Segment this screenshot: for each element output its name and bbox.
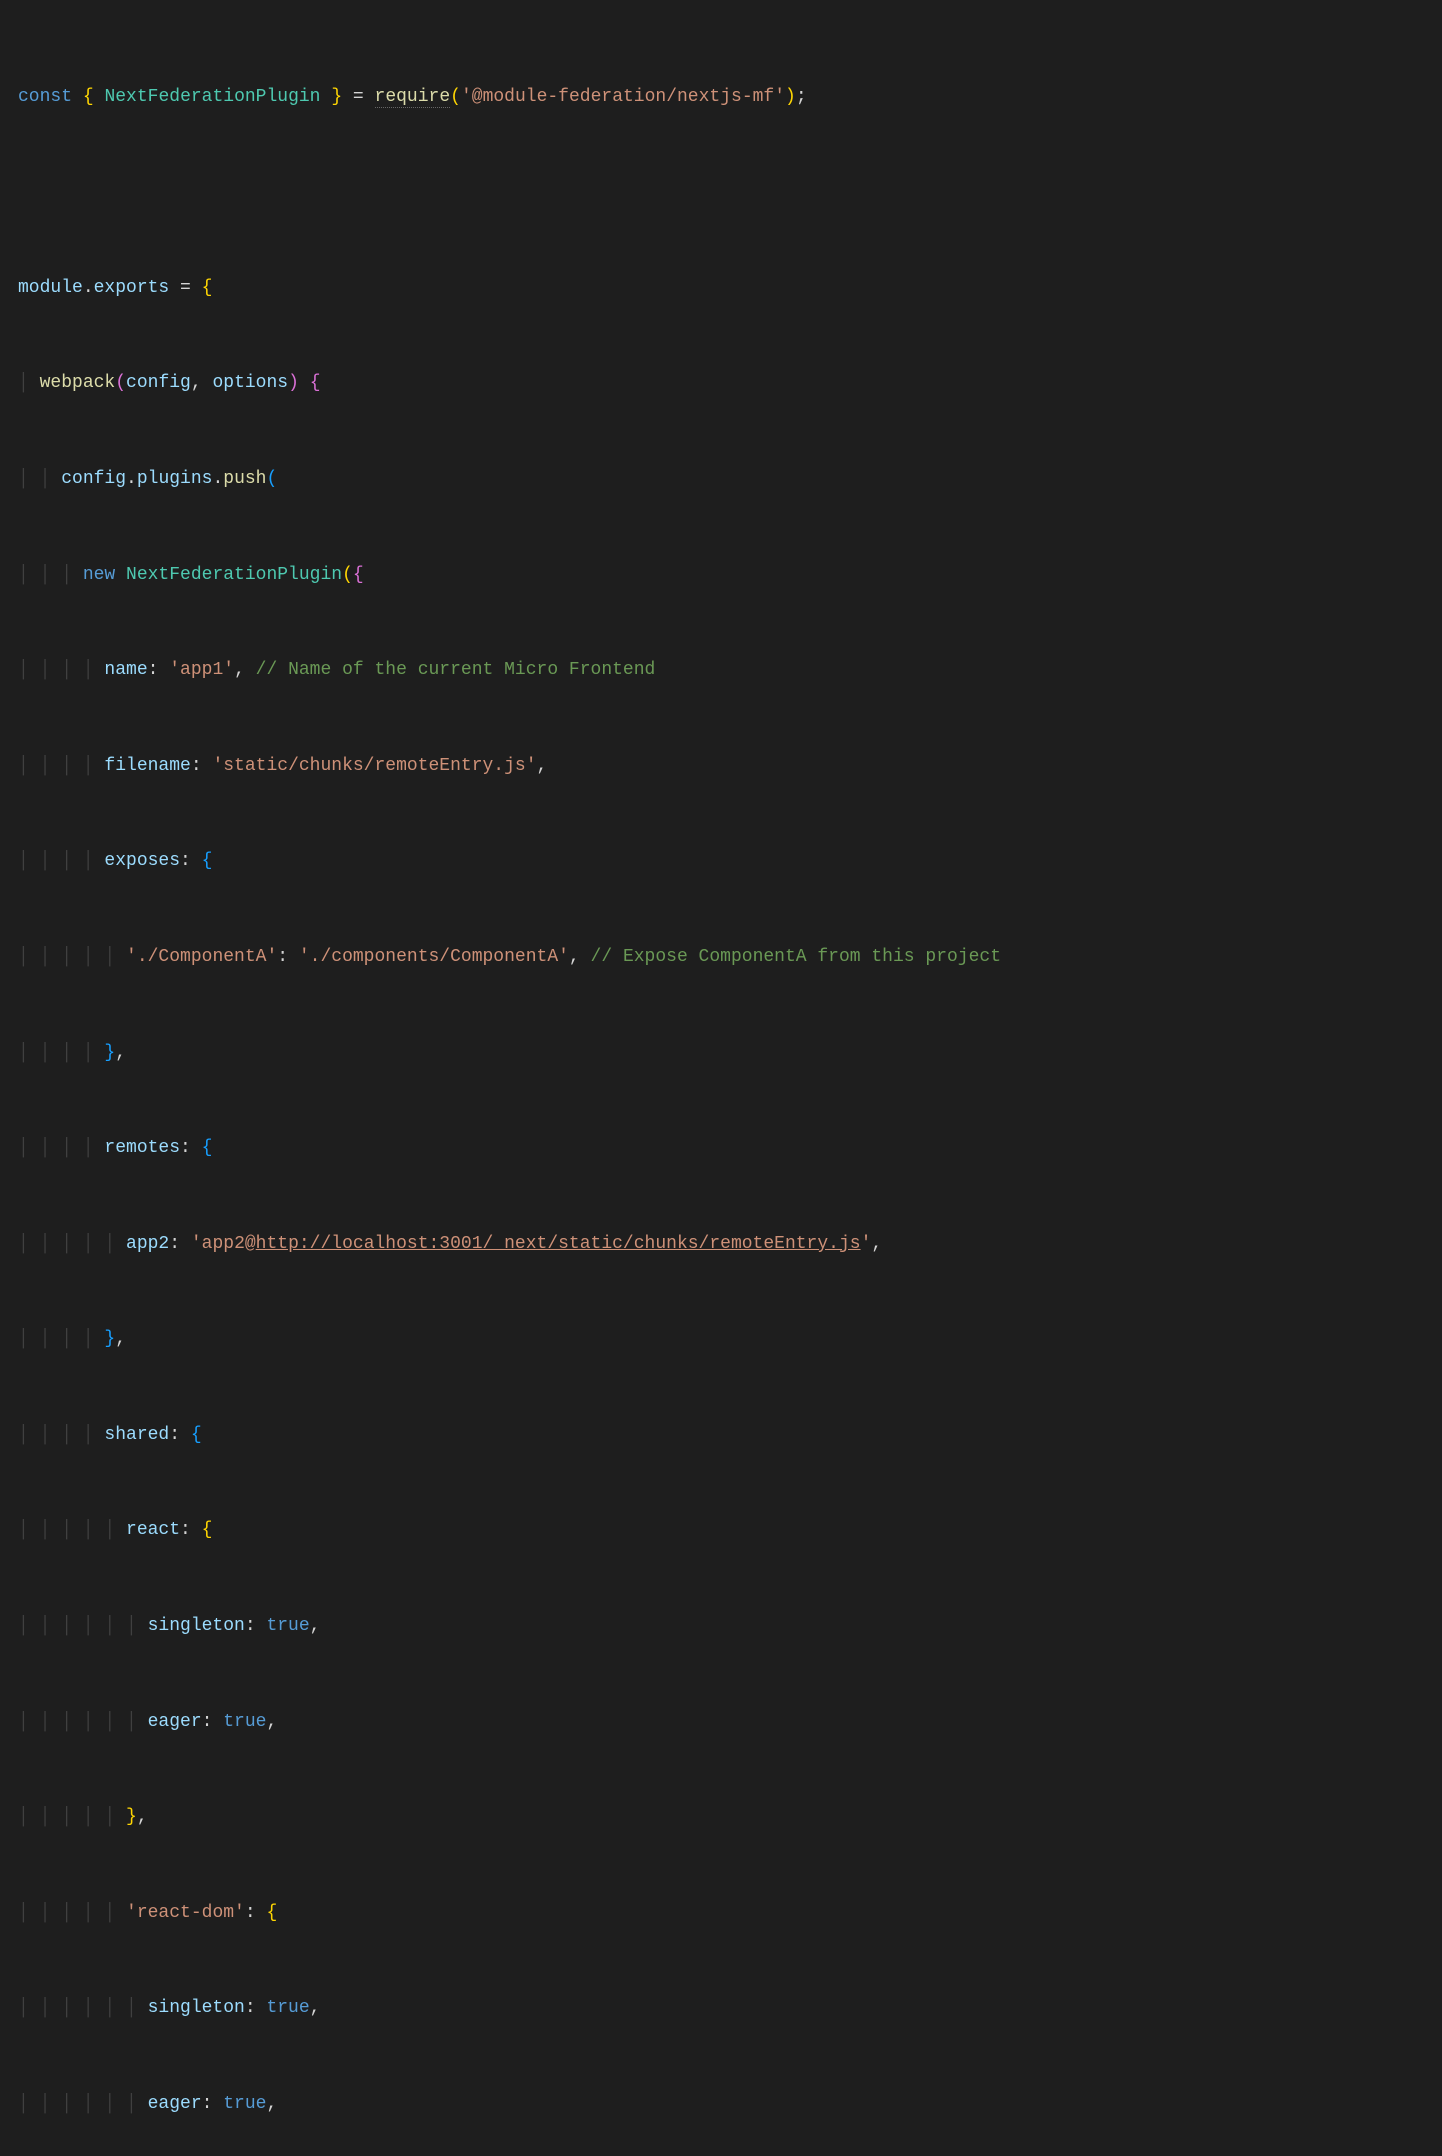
identifier: module: [18, 278, 83, 298]
brace-close: }: [104, 1043, 115, 1063]
code-line: module.exports = {: [18, 273, 1442, 305]
class-name: NextFederationPlugin: [126, 565, 342, 585]
code-line: │ │ │ │ filename: 'static/chunks/remoteE…: [18, 751, 1442, 783]
code-line: │ │ │ │ │ │ singleton: true,: [18, 1993, 1442, 2025]
code-line: │ │ │ │ │ │ eager: true,: [18, 2089, 1442, 2121]
string-literal: 'static/chunks/remoteEntry.js': [212, 756, 536, 776]
property-key: react: [126, 1520, 180, 1540]
property-key: './ComponentA': [126, 947, 277, 967]
code-line: │ │ │ │ │ 'react-dom': {: [18, 1898, 1442, 1930]
code-line: │ │ │ │ │ app2: 'app2@http://localhost:3…: [18, 1229, 1442, 1261]
parameter: options: [212, 373, 288, 393]
property-key: name: [104, 660, 147, 680]
identifier: exports: [94, 278, 170, 298]
string-literal: 'app1': [169, 660, 234, 680]
code-line: [18, 177, 1442, 209]
property-key: exposes: [104, 851, 180, 871]
code-line: │ │ │ │ shared: {: [18, 1420, 1442, 1452]
code-editor[interactable]: const { NextFederationPlugin } = require…: [18, 18, 1442, 2156]
code-line: │ webpack(config, options) {: [18, 368, 1442, 400]
comment: // Name of the current Micro Frontend: [245, 660, 655, 680]
property-key: singleton: [148, 1616, 245, 1636]
boolean-literal: true: [266, 1616, 309, 1636]
code-line: │ │ │ │ },: [18, 1324, 1442, 1356]
property-key: 'react-dom': [126, 1903, 245, 1923]
property-key: eager: [148, 1712, 202, 1732]
string-literal: 'app2@http://localhost:3001/_next/static…: [191, 1234, 872, 1254]
brace-close: }: [104, 1329, 115, 1349]
string-literal: './components/ComponentA': [299, 947, 569, 967]
brace-open: {: [83, 87, 94, 107]
property-key: eager: [148, 2094, 202, 2114]
property-key: app2: [126, 1234, 169, 1254]
code-line: │ │ │ │ │ './ComponentA': './components/…: [18, 942, 1442, 974]
url-link[interactable]: http://localhost:3001/_next/static/chunk…: [256, 1234, 861, 1254]
property-key: shared: [104, 1425, 169, 1445]
string-literal: '@module-federation/nextjs-mf': [461, 87, 785, 107]
identifier: config: [61, 469, 126, 489]
brace-close: }: [126, 1807, 137, 1827]
code-line: │ │ │ │ name: 'app1', // Name of the cur…: [18, 655, 1442, 687]
method-name: push: [223, 469, 266, 489]
comment: // Expose ComponentA from this project: [580, 947, 1001, 967]
boolean-literal: true: [223, 2094, 266, 2114]
property: plugins: [137, 469, 213, 489]
property-key: remotes: [104, 1138, 180, 1158]
code-line: │ │ config.plugins.push(: [18, 464, 1442, 496]
brace-close: }: [331, 87, 342, 107]
code-line: const { NextFederationPlugin } = require…: [18, 82, 1442, 114]
code-line: │ │ │ │ │ │ eager: true,: [18, 1707, 1442, 1739]
property-key: filename: [104, 756, 190, 776]
code-line: │ │ │ │ │ },: [18, 1802, 1442, 1834]
function-require: require: [375, 87, 451, 108]
identifier: NextFederationPlugin: [104, 87, 320, 107]
property-key: singleton: [148, 1998, 245, 2018]
code-line: │ │ │ │ remotes: {: [18, 1133, 1442, 1165]
parameter: config: [126, 373, 191, 393]
code-line: │ │ │ │ },: [18, 1038, 1442, 1070]
code-line: │ │ │ new NextFederationPlugin({: [18, 560, 1442, 592]
boolean-literal: true: [223, 1712, 266, 1732]
brace-open: {: [202, 278, 213, 298]
keyword-const: const: [18, 87, 72, 107]
code-line: │ │ │ │ │ react: {: [18, 1515, 1442, 1547]
code-line: │ │ │ │ exposes: {: [18, 846, 1442, 878]
keyword-new: new: [83, 565, 115, 585]
boolean-literal: true: [266, 1998, 309, 2018]
method-name: webpack: [40, 373, 116, 393]
code-line: │ │ │ │ │ │ singleton: true,: [18, 1611, 1442, 1643]
